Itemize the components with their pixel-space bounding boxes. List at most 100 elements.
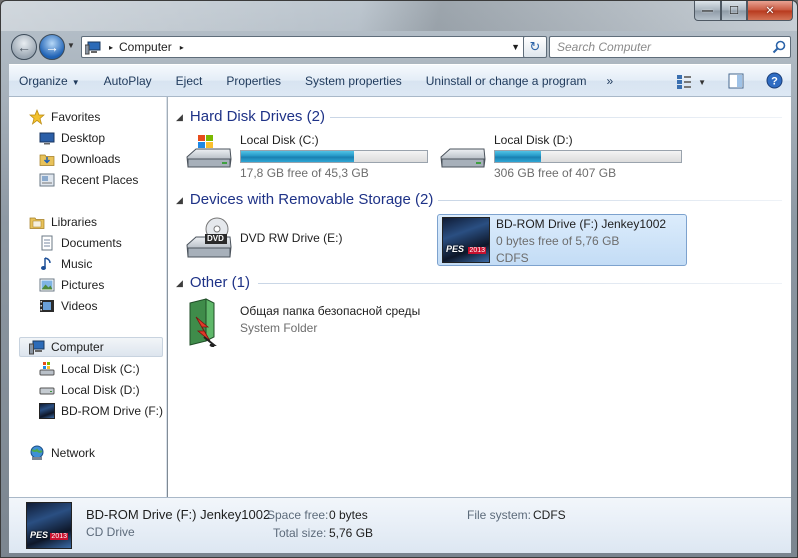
- nav-bdrom-label: BD-ROM Drive (F:) Jenkey1002: [61, 404, 166, 418]
- chevron-down-icon: ▼: [71, 77, 80, 87]
- nav-music[interactable]: Music: [39, 254, 92, 274]
- group-divider: [330, 117, 782, 118]
- close-button[interactable]: ✕: [747, 1, 793, 21]
- collapse-triangle-icon: ◢: [176, 277, 183, 288]
- content-pane: ◢ Hard Disk Drives (2) Local Disk (C:) 1…: [168, 97, 791, 497]
- nav-videos-label: Videos: [61, 299, 98, 313]
- dvd-drive-icon: DVD: [184, 215, 236, 265]
- more-commands-button[interactable]: »: [599, 74, 622, 88]
- drive-f-name: BD-ROM Drive (F:) Jenkey1002: [496, 217, 667, 231]
- view-options-icon: [677, 75, 692, 89]
- drive-tile-e[interactable]: DVD DVD RW Drive (E:): [184, 215, 342, 265]
- nav-favorites-label: Favorites: [51, 110, 101, 124]
- details-subtitle: CD Drive: [86, 525, 135, 539]
- drive-tile-d[interactable]: Local Disk (D:) 306 GB free of 407 GB: [438, 133, 682, 180]
- refresh-button[interactable]: ↻: [523, 36, 547, 58]
- nav-local-disk-d[interactable]: Local Disk (D:): [39, 380, 140, 400]
- drive-d-name: Local Disk (D:): [494, 133, 573, 147]
- eject-button[interactable]: Eject: [164, 74, 215, 88]
- svg-text:?: ?: [771, 76, 778, 88]
- breadcrumb-separator[interactable]: ▸: [109, 43, 113, 52]
- change-view-button[interactable]: ▼: [676, 74, 706, 90]
- computer-icon: [29, 339, 45, 355]
- drive-d-usage-fill: [495, 151, 542, 162]
- drive-e-name: DVD RW Drive (E:): [240, 231, 343, 245]
- pes-cover-thumbnail: PES 2013: [442, 217, 490, 263]
- properties-button[interactable]: Properties: [214, 74, 293, 88]
- sandbox-folder-tile[interactable]: Общая папка безопасной среды System Fold…: [184, 297, 420, 349]
- drive-c-usage-bar: [240, 150, 428, 163]
- address-bar[interactable]: ▸ Computer ▸ ▼: [81, 36, 527, 58]
- chevron-down-icon: ▼: [698, 77, 706, 87]
- explorer-window: — ☐ ✕ ← → ▼ ▸ Computer ▸ ▼ ↻ Search Comp…: [0, 0, 798, 558]
- nav-recent-places[interactable]: Recent Places: [39, 170, 138, 190]
- group-hard-disk-drives[interactable]: ◢ Hard Disk Drives (2): [176, 106, 325, 126]
- pes-logo-text: PES: [30, 530, 49, 540]
- nav-documents[interactable]: Documents: [39, 233, 122, 253]
- hard-drive-icon: [438, 133, 490, 179]
- sandbox-folder-name: Общая папка безопасной среды: [240, 304, 421, 318]
- total-size-value: 5,76 GB: [329, 526, 374, 540]
- drive-tile-c[interactable]: Local Disk (C:) 17,8 GB free of 45,3 GB: [184, 133, 428, 180]
- videos-icon: [39, 298, 55, 314]
- back-button[interactable]: ←: [11, 34, 37, 60]
- windows-drive-icon: [184, 133, 236, 179]
- breadcrumb-computer[interactable]: Computer: [119, 40, 172, 54]
- search-icon[interactable]: [772, 40, 786, 57]
- computer-icon: [84, 41, 101, 54]
- downloads-folder-icon: [39, 151, 55, 167]
- nav-music-label: Music: [61, 257, 93, 271]
- forward-button[interactable]: →: [39, 34, 65, 60]
- nav-downloads-label: Downloads: [61, 152, 121, 166]
- caption-buttons: — ☐ ✕: [694, 1, 793, 21]
- help-button[interactable]: ?: [766, 72, 783, 92]
- pes-logo-text: PES: [446, 244, 465, 254]
- command-bar: Organize ▼ AutoPlay Eject Properties Syst…: [9, 64, 791, 97]
- drive-e-info: DVD RW Drive (E:): [240, 215, 342, 265]
- drive-tile-f[interactable]: PES 2013 BD-ROM Drive (F:) Jenkey1002 0 …: [437, 214, 687, 266]
- address-dropdown-icon[interactable]: ▼: [511, 42, 520, 52]
- nav-documents-label: Documents: [61, 236, 122, 250]
- drive-c-info: Local Disk (C:) 17,8 GB free of 45,3 GB: [240, 133, 428, 180]
- nav-pictures[interactable]: Pictures: [39, 275, 104, 295]
- collapse-triangle-icon: ◢: [176, 194, 183, 205]
- autoplay-button[interactable]: AutoPlay: [92, 74, 164, 88]
- uninstall-program-button[interactable]: Uninstall or change a program: [414, 74, 599, 88]
- group-removable-storage[interactable]: ◢ Devices with Removable Storage (2): [176, 189, 433, 209]
- group-divider: [438, 200, 782, 201]
- drive-d-info: Local Disk (D:) 306 GB free of 407 GB: [494, 133, 682, 180]
- drive-f-free-space: 0 bytes free of 5,76 GB: [496, 234, 620, 248]
- system-properties-button[interactable]: System properties: [293, 74, 414, 88]
- network-globe-icon: [29, 445, 45, 461]
- drive-c-name: Local Disk (C:): [240, 133, 319, 147]
- search-input[interactable]: Search Computer: [549, 36, 791, 58]
- preview-pane-button[interactable]: [728, 73, 744, 92]
- group-divider: [258, 283, 782, 284]
- nav-bdrom-drive[interactable]: BD-ROM Drive (F:) Jenkey1002: [39, 401, 166, 421]
- nav-videos[interactable]: Videos: [39, 296, 97, 316]
- shared-folder-icon: [184, 297, 236, 349]
- organize-button[interactable]: Organize ▼: [9, 74, 92, 88]
- nav-libraries[interactable]: Libraries: [29, 212, 97, 232]
- preview-pane-icon: [728, 73, 744, 88]
- pes-cover-icon: [39, 403, 55, 419]
- minimize-icon: —: [702, 4, 713, 17]
- nav-computer-label: Computer: [51, 340, 104, 354]
- minimize-button[interactable]: —: [694, 1, 721, 21]
- close-icon: ✕: [765, 5, 775, 17]
- space-free-label: Space free:: [267, 508, 329, 522]
- star-icon: [29, 109, 45, 125]
- details-pane: PES 2013 BD-ROM Drive (F:) Jenkey1002 CD…: [9, 497, 791, 553]
- nav-favorites[interactable]: Favorites: [29, 107, 100, 127]
- nav-network[interactable]: Network: [29, 443, 95, 463]
- nav-desktop[interactable]: Desktop: [39, 128, 105, 148]
- recent-pages-dropdown[interactable]: ▼: [67, 41, 75, 50]
- nav-downloads[interactable]: Downloads: [39, 149, 120, 169]
- total-size-label: Total size:: [273, 526, 327, 540]
- documents-icon: [39, 235, 55, 251]
- group-other[interactable]: ◢ Other (1): [176, 272, 250, 292]
- breadcrumb-separator[interactable]: ▸: [180, 43, 184, 52]
- maximize-button[interactable]: ☐: [721, 1, 747, 21]
- nav-local-disk-c[interactable]: Local Disk (C:): [39, 359, 140, 379]
- nav-computer[interactable]: Computer: [19, 337, 163, 357]
